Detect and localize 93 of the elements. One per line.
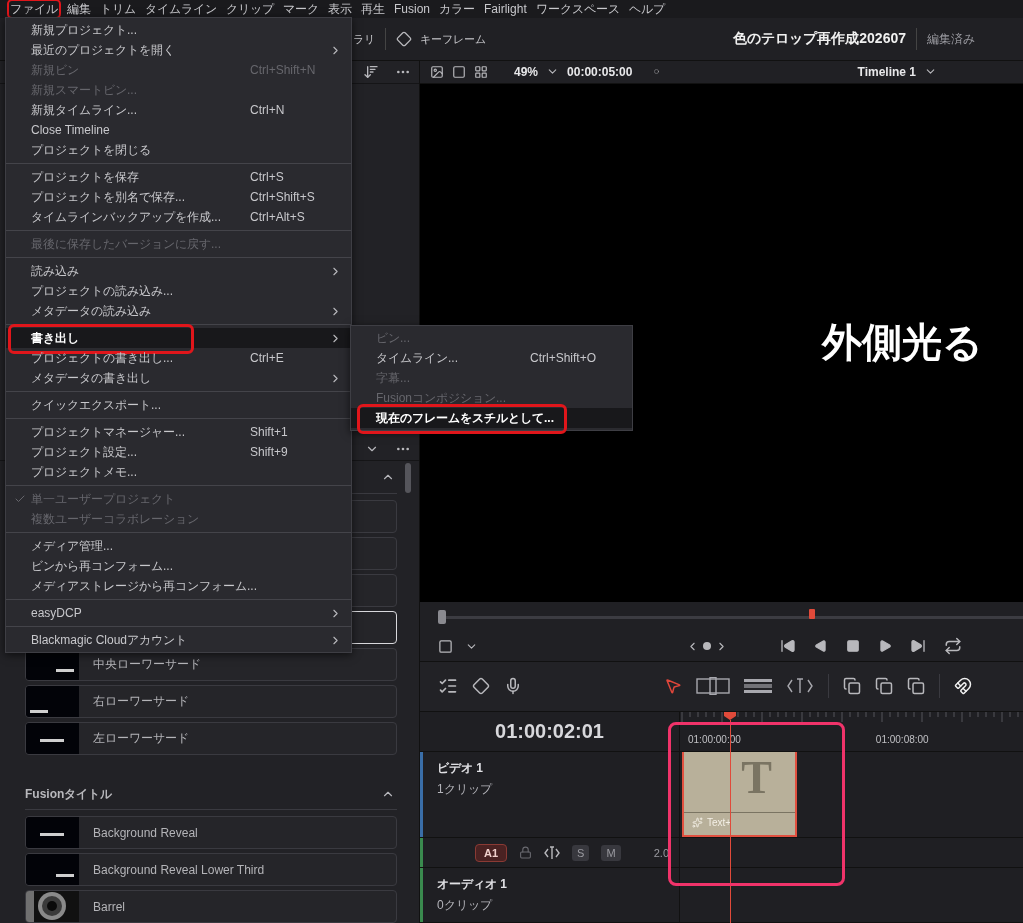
menu-item[interactable]: プロジェクトを閉じる xyxy=(6,140,351,160)
frame-icon[interactable] xyxy=(452,64,466,79)
menu-bar-item[interactable]: クリップ xyxy=(223,0,277,19)
lock-icon[interactable] xyxy=(519,846,533,859)
menu-item[interactable]: Close Timeline xyxy=(6,120,351,140)
menu-bar-item[interactable]: マーク xyxy=(280,0,322,19)
menu-item[interactable]: プロジェクトを保存 Ctrl+S xyxy=(6,167,351,187)
title-card[interactable]: 右ローワーサード xyxy=(25,685,397,718)
menu-bar-item[interactable]: タイムライン xyxy=(142,0,220,19)
sparkle-icon xyxy=(692,817,703,828)
dot-icon xyxy=(654,69,660,75)
clip-glyph: T xyxy=(741,752,772,805)
menu-item[interactable]: 読み込み xyxy=(6,261,351,281)
title-name: Background Reveal Lower Third xyxy=(92,862,265,877)
menu-item[interactable]: メディアストレージから再コンフォーム... xyxy=(6,576,351,596)
title-card[interactable]: Barrel xyxy=(25,890,397,923)
menu-item[interactable]: 新規タイムライン... Ctrl+N xyxy=(6,100,351,120)
playhead-marker[interactable] xyxy=(809,608,816,619)
duration-timecode: 00:00:05:00 xyxy=(567,64,633,79)
image-icon[interactable] xyxy=(430,64,444,79)
in-point-handle[interactable] xyxy=(438,609,446,624)
ruler-label: 01:00:08:00 xyxy=(875,734,929,745)
clip-count: 1クリップ xyxy=(437,781,494,798)
keyframe-label[interactable]: キーフレーム xyxy=(420,31,486,47)
edit-status: 編集済み xyxy=(927,30,975,48)
microphone-icon[interactable] xyxy=(504,677,522,696)
solo-button[interactable]: S xyxy=(572,844,590,861)
menu-bar-item[interactable]: 表示 xyxy=(325,0,355,19)
title-card[interactable]: Background Reveal Lower Third xyxy=(25,853,397,886)
layout-icon[interactable] xyxy=(474,64,488,79)
magnet-icon[interactable] xyxy=(954,677,972,696)
mute-button[interactable]: M xyxy=(601,844,621,861)
clip-count: 0クリップ xyxy=(437,897,494,914)
library-label[interactable]: ラリ xyxy=(353,31,375,47)
title-name: Background Reveal xyxy=(92,825,198,840)
menu-bar-item[interactable]: 編集 xyxy=(64,0,94,19)
menu-item[interactable]: タイムライン... Ctrl+Shift+O xyxy=(351,348,632,368)
menu-item[interactable]: 現在のフレームをスチルとして... xyxy=(351,408,632,428)
menu-bar-item[interactable]: ヘルプ xyxy=(625,0,668,19)
menu-item[interactable]: プロジェクトの書き出し... Ctrl+E xyxy=(6,348,351,368)
menu-item[interactable]: メタデータの読み込み xyxy=(6,301,351,321)
section-title: Fusionタイトル xyxy=(25,785,113,803)
title-name: 中央ローワーサード xyxy=(92,656,201,673)
trim-marker-icon[interactable] xyxy=(544,845,561,860)
trim-icon[interactable] xyxy=(696,677,730,696)
menu-item[interactable]: メディア管理... xyxy=(6,536,351,556)
menu-item[interactable]: プロジェクトの読み込み... xyxy=(6,281,351,301)
reverse-play-icon[interactable] xyxy=(814,639,828,654)
title-name: 右ローワーサード xyxy=(92,693,189,710)
menu-bar-item[interactable]: Fairlight xyxy=(481,0,530,19)
menu-bar-item[interactable]: ワークスペース xyxy=(532,0,623,19)
title-card[interactable]: Background Reveal xyxy=(25,816,397,849)
menu-bar-item[interactable]: トリム xyxy=(97,0,139,19)
menu-item[interactable]: プロジェクトを別名で保存... Ctrl+Shift+S xyxy=(6,187,351,207)
menu-item[interactable]: プロジェクトマネージャー... Shift+1 xyxy=(6,422,351,442)
project-title: 色のテロップ再作成202607 xyxy=(733,30,906,48)
track-badge[interactable]: A1 xyxy=(475,843,508,862)
overlay-text: 外側光る xyxy=(822,318,983,368)
menu-item[interactable]: タイムラインバックアップを作成... Ctrl+Alt+S xyxy=(6,207,351,227)
track-name: ビデオ 1 xyxy=(437,760,484,777)
menu-item[interactable]: easyDCP xyxy=(6,603,351,623)
menu-item[interactable]: プロジェクト設定... Shift+9 xyxy=(6,442,351,462)
menu-item[interactable]: プロジェクトメモ... xyxy=(6,462,351,482)
menu-item[interactable]: メタデータの書き出し xyxy=(6,368,351,388)
scrollbar-thumb[interactable] xyxy=(405,463,411,493)
title-name: Barrel xyxy=(92,899,125,914)
play-icon[interactable] xyxy=(878,639,892,654)
dynamic-trim-icon[interactable] xyxy=(786,677,814,696)
menu-item[interactable]: ビンから再コンフォーム... xyxy=(6,556,351,576)
loop-icon[interactable] xyxy=(944,637,962,656)
menu-item[interactable]: 最近のプロジェクトを開く xyxy=(6,40,351,60)
sort-icon[interactable] xyxy=(363,64,379,80)
stop-icon[interactable] xyxy=(846,639,860,654)
clip-title: Text+ xyxy=(684,813,795,832)
dot-icon[interactable] xyxy=(703,642,711,651)
skip-forward-icon[interactable] xyxy=(910,638,926,655)
menu-item[interactable]: クイックエクスポート... xyxy=(6,395,351,415)
skip-back-icon[interactable] xyxy=(780,638,796,655)
keyframe-icon[interactable] xyxy=(472,677,490,696)
menu-item[interactable]: Blackmagic Cloudアカウント xyxy=(6,630,351,650)
menu-bar-item[interactable]: Fusion xyxy=(391,0,434,19)
pointer-icon[interactable] xyxy=(664,677,682,696)
track-name: オーディオ 1 xyxy=(437,876,508,893)
title-card[interactable]: 左ローワーサード xyxy=(25,722,397,755)
zoom-level[interactable]: 49% xyxy=(514,64,539,79)
menu-item[interactable]: 書き出し xyxy=(6,328,351,348)
current-timecode: 01:00:02:01 xyxy=(495,720,604,743)
title-name: 左ローワーサード xyxy=(92,730,189,747)
keyframe-icon[interactable] xyxy=(396,31,412,47)
menu-bar-item[interactable]: 再生 xyxy=(358,0,388,19)
menu-item[interactable]: 新規プロジェクト... xyxy=(6,20,351,40)
menu-bar-item[interactable]: カラー xyxy=(436,0,479,19)
timeline-name[interactable]: Timeline 1 xyxy=(857,64,916,79)
